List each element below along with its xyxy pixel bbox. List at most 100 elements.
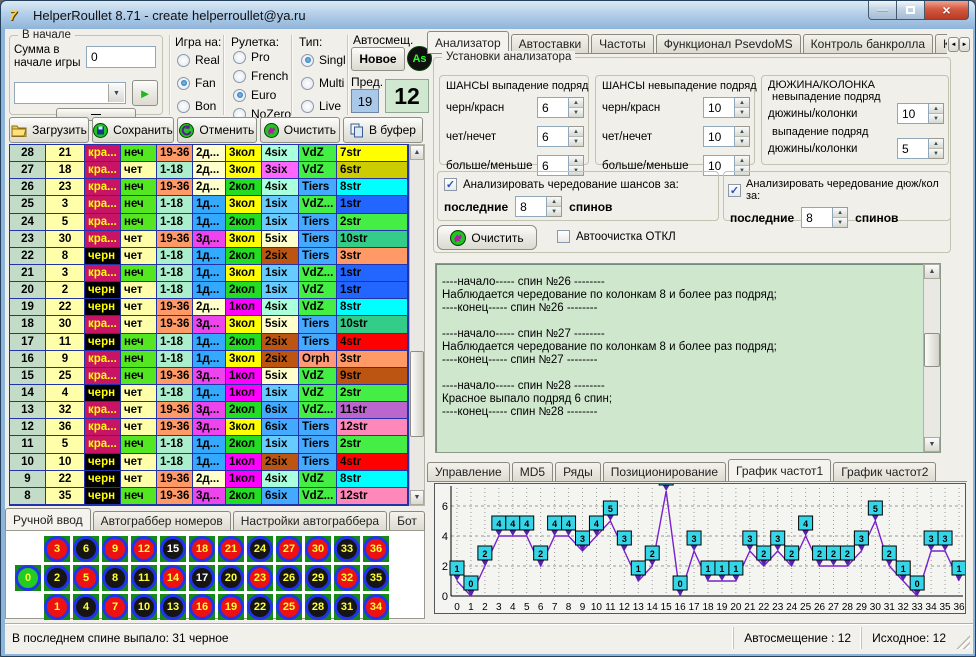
- table-cell[interactable]: 19-36: [157, 145, 193, 162]
- table-cell[interactable]: VdZ: [299, 385, 337, 402]
- table-cell[interactable]: VdZ: [299, 162, 337, 179]
- table-cell[interactable]: 1-18: [157, 248, 193, 265]
- analyzer-tab-3[interactable]: Частоты: [591, 34, 654, 53]
- number-cell-17[interactable]: 17: [189, 565, 215, 591]
- table-cell[interactable]: 1-18: [157, 454, 193, 471]
- table-cell[interactable]: чет: [121, 471, 157, 488]
- bottom-tab-2[interactable]: MD5: [512, 462, 553, 481]
- table-cell[interactable]: 21: [46, 145, 85, 162]
- new-button[interactable]: Новое: [351, 47, 405, 71]
- spinner[interactable]: 10▲▼: [703, 126, 750, 147]
- table-cell[interactable]: 24: [10, 214, 46, 231]
- table-cell[interactable]: 4: [46, 385, 85, 402]
- analyzer-tab-5[interactable]: Контроль банкролла: [803, 34, 933, 53]
- analyzer-log[interactable]: ----начало----- спин №26 --------Наблюда…: [435, 263, 941, 453]
- table-cell[interactable]: 26: [10, 179, 46, 196]
- table-cell[interactable]: 2кол: [226, 282, 262, 299]
- table-cell[interactable]: 27: [10, 162, 46, 179]
- table-cell[interactable]: 3: [46, 196, 85, 213]
- table-cell[interactable]: кра...: [85, 419, 121, 436]
- table-cell[interactable]: чет: [121, 316, 157, 333]
- table-cell[interactable]: 19-36: [157, 471, 193, 488]
- table-cell[interactable]: 20: [10, 282, 46, 299]
- scroll-thumb[interactable]: [924, 333, 940, 368]
- table-cell[interactable]: 3кол: [226, 265, 262, 282]
- table-cell[interactable]: 3д...: [193, 488, 226, 505]
- table-cell[interactable]: 16: [10, 351, 46, 368]
- table-cell[interactable]: 11str: [337, 402, 408, 419]
- table-cell[interactable]: Tiers: [299, 454, 337, 471]
- type-radio-singl[interactable]: Singl: [301, 53, 346, 67]
- scroll-track[interactable]: [410, 160, 424, 490]
- number-cell-31[interactable]: 31: [334, 594, 360, 620]
- bottom-tab-4[interactable]: Позиционирование: [603, 462, 726, 481]
- preset-combo[interactable]: ▼: [14, 82, 126, 104]
- number-cell-3[interactable]: 3: [44, 536, 70, 562]
- table-cell[interactable]: чет: [121, 282, 157, 299]
- table-cell[interactable]: 8: [46, 248, 85, 265]
- type-radio-multi[interactable]: Multi: [301, 76, 346, 90]
- table-cell[interactable]: 12str: [337, 419, 408, 436]
- spinner[interactable]: 6▲▼: [537, 126, 584, 147]
- table-cell[interactable]: 2six: [262, 334, 299, 351]
- table-cell[interactable]: VdZ...: [299, 488, 337, 505]
- table-cell[interactable]: 23: [46, 179, 85, 196]
- number-cell-26[interactable]: 26: [276, 565, 302, 591]
- game-on-radio-real[interactable]: Real: [177, 53, 220, 67]
- number-cell-11[interactable]: 11: [131, 565, 157, 591]
- table-cell[interactable]: 32: [46, 402, 85, 419]
- spinner-up-button[interactable]: ▲: [735, 127, 749, 137]
- spinner-up-button[interactable]: ▲: [569, 127, 583, 137]
- number-cell-18[interactable]: 18: [189, 536, 215, 562]
- spinner[interactable]: 10▲▼: [703, 97, 750, 118]
- table-cell[interactable]: чет: [121, 402, 157, 419]
- table-cell[interactable]: 1д...: [193, 436, 226, 453]
- table-cell[interactable]: кра...: [85, 265, 121, 282]
- input-tab-3[interactable]: Настройки автограббера: [233, 511, 387, 530]
- game-on-radio-fan[interactable]: Fan: [177, 76, 220, 90]
- undo-button[interactable]: Отменить: [177, 117, 257, 143]
- spinner[interactable]: 5▲▼: [897, 138, 944, 159]
- number-cell-32[interactable]: 32: [334, 565, 360, 591]
- start-sum-input[interactable]: 0: [86, 46, 156, 68]
- table-cell[interactable]: 2д...: [193, 145, 226, 162]
- table-cell[interactable]: 2кол: [226, 402, 262, 419]
- table-cell[interactable]: 3str: [337, 248, 408, 265]
- table-cell[interactable]: чет: [121, 299, 157, 316]
- checkbox-row[interactable]: ✓ Анализировать чередование шансов за:: [444, 178, 712, 191]
- tabs-scroll-right-button[interactable]: ►: [959, 37, 970, 52]
- close-button[interactable]: ×: [924, 1, 969, 20]
- number-cell-5[interactable]: 5: [73, 565, 99, 591]
- table-cell[interactable]: VdZ: [299, 282, 337, 299]
- scroll-down-button[interactable]: ▼: [924, 437, 940, 452]
- table-cell[interactable]: 22: [46, 471, 85, 488]
- table-cell[interactable]: 2six: [262, 248, 299, 265]
- table-cell[interactable]: 2str: [337, 436, 408, 453]
- table-cell[interactable]: Tiers: [299, 179, 337, 196]
- table-cell[interactable]: 3д...: [193, 368, 226, 385]
- table-cell[interactable]: 9str: [337, 368, 408, 385]
- scroll-up-button[interactable]: ▲: [924, 264, 940, 279]
- table-cell[interactable]: 15: [10, 368, 46, 385]
- number-cell-15[interactable]: 15: [160, 536, 186, 562]
- table-cell[interactable]: Tiers: [299, 214, 337, 231]
- table-cell[interactable]: кра...: [85, 316, 121, 333]
- table-cell[interactable]: Tiers: [299, 334, 337, 351]
- table-cell[interactable]: 2кол: [226, 248, 262, 265]
- table-cell[interactable]: VdZ: [299, 471, 337, 488]
- title-bar[interactable]: 7 HelperRoullet 8.71 - create helperroul…: [1, 1, 975, 29]
- table-cell[interactable]: VdZ...: [299, 265, 337, 282]
- table-cell[interactable]: 2str: [337, 385, 408, 402]
- table-cell[interactable]: 7str: [337, 145, 408, 162]
- table-cell[interactable]: кра...: [85, 145, 121, 162]
- table-cell[interactable]: 22: [10, 248, 46, 265]
- number-cell-19[interactable]: 19: [218, 594, 244, 620]
- table-cell[interactable]: 19-36: [157, 419, 193, 436]
- table-cell[interactable]: 6str: [337, 162, 408, 179]
- table-cell[interactable]: черн: [85, 454, 121, 471]
- roulette-radio-french[interactable]: French: [233, 69, 291, 83]
- table-cell[interactable]: 1str: [337, 282, 408, 299]
- table-cell[interactable]: 2кол: [226, 179, 262, 196]
- table-cell[interactable]: 2д...: [193, 179, 226, 196]
- table-cell[interactable]: 23: [10, 231, 46, 248]
